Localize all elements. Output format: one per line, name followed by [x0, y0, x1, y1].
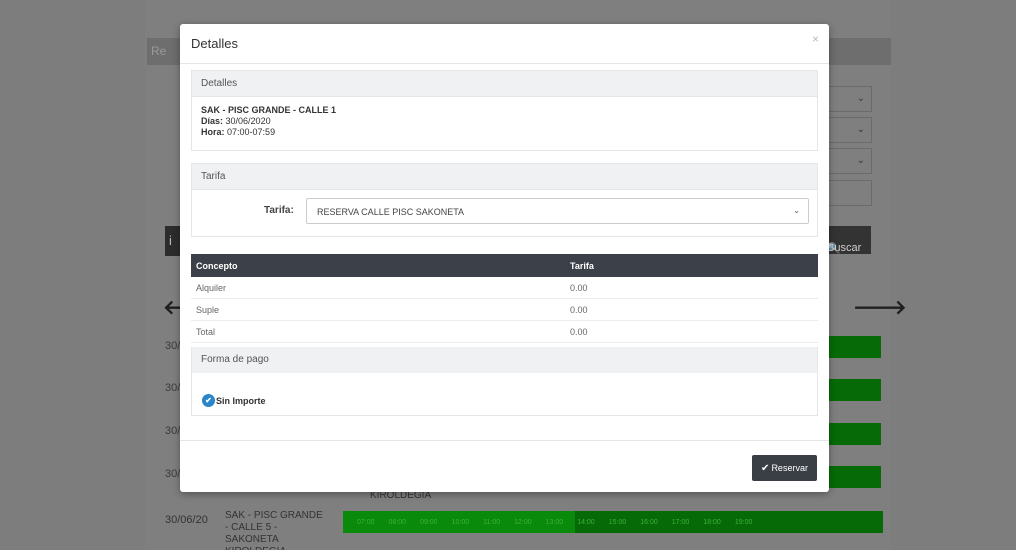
days-value: 30/06/2020 [225, 116, 271, 126]
days-line: Días: 30/06/2020 [201, 116, 808, 127]
background-panel-title: Re [151, 44, 167, 58]
table-row: Suple 0.00 [191, 299, 818, 321]
cell-tarifa: 0.00 [570, 327, 588, 337]
table-header: Concepto Tarifa [191, 254, 818, 277]
timeline-bar[interactable] [827, 466, 881, 488]
details-panel-header: Detalles [192, 71, 817, 97]
search-button[interactable]: 🔍 Buscar [827, 226, 871, 255]
facility-name: SAK - PISC GRANDE - CALLE 1 [201, 105, 337, 115]
timeline-hour-label: 13:00 [545, 518, 564, 526]
background-row-date: 30/ [165, 468, 181, 480]
search-label: Buscar [827, 242, 862, 254]
row-facility: SAK - PISC GRANDE - CALLE 5 - SAKONETA K… [225, 510, 323, 550]
column-header-tarifa: Tarifa [570, 261, 594, 271]
timeline-hour-label: 19:00 [734, 518, 753, 526]
hour-value: 07:00-07:59 [227, 127, 276, 137]
check-icon: ✔ [761, 462, 770, 474]
chevron-down-icon: ⌄ [856, 93, 865, 104]
chevron-down-icon: ⌄ [856, 155, 865, 166]
chevron-down-icon: ⌄ [793, 206, 800, 215]
hour-label: Hora: [201, 127, 225, 137]
modal-header: Detalles × [180, 24, 829, 64]
payment-option-sin-importe[interactable]: ✔ Sin Importe [202, 394, 266, 407]
table-row: 30/06/20 SAK - PISC GRANDE - CALLE 5 - S… [165, 510, 891, 550]
table-row: Total 0.00 [191, 321, 818, 343]
timeline-bar[interactable] [827, 423, 881, 445]
timeline-hour-label: 18:00 [703, 518, 721, 526]
timeline-hour-label: 07:00 [357, 518, 375, 526]
timeline-bar[interactable] [827, 379, 881, 401]
background-select-1[interactable]: ⌄ [827, 86, 872, 112]
chevron-down-icon: ⌄ [856, 124, 865, 135]
timeline-bar[interactable] [827, 336, 881, 358]
payment-panel-header: Forma de pago [192, 347, 817, 373]
modal-footer: ✔ Reservar [180, 440, 829, 492]
timeline-bar[interactable]: 07:00 08:00 09:00 10:00 11:00 12:00 13:00 14:00… [343, 511, 883, 533]
background-input[interactable] [827, 180, 872, 206]
table-row: Alquiler 0.00 [191, 277, 818, 299]
payment-panel: Forma de pago ✔ Sin Importe [191, 347, 818, 416]
tarifa-label: Tarifa: [264, 205, 294, 216]
check-circle-icon: ✔ [202, 394, 215, 407]
background-select-3[interactable]: ⌄ [827, 148, 872, 174]
cell-concepto: Total [196, 327, 216, 337]
background-dark-button-label: i [169, 233, 172, 248]
cell-tarifa: 0.00 [570, 283, 588, 293]
background-row-date: 30/ [165, 340, 181, 352]
timeline-hour-label: 12:00 [514, 518, 532, 526]
timeline-hour-label: 15:00 [608, 518, 627, 526]
modal-title: Detalles [191, 36, 238, 51]
timeline-hour-label: 09:00 [420, 518, 438, 526]
tarifa-row: Tarifa: RESERVA CALLE PISC SAKONETA ⌄ [192, 190, 817, 232]
timeline-hour-label: 14:00 [577, 518, 595, 526]
background-dark-button[interactable]: i [165, 226, 181, 256]
payment-option-label: Sin Importe [216, 395, 266, 406]
column-header-concepto: Concepto [196, 261, 238, 271]
tarifa-selected-value: RESERVA CALLE PISC SAKONETA [317, 207, 465, 217]
tarifa-select[interactable]: RESERVA CALLE PISC SAKONETA ⌄ [306, 198, 809, 224]
background-row-date: 30/ [165, 382, 181, 394]
details-panel: Detalles SAK - PISC GRANDE - CALLE 1 Día… [191, 70, 818, 151]
timeline-hour-label: 08:00 [388, 518, 407, 526]
timeline-hour-label: 10:00 [451, 518, 470, 526]
close-icon[interactable]: × [812, 32, 819, 46]
tarifa-panel-header: Tarifa [192, 164, 817, 190]
reserve-button-label: Reservar [771, 463, 808, 473]
concept-table: Concepto Tarifa Alquiler 0.00 Suple 0.00… [191, 254, 818, 343]
timeline-hour-label: 11:00 [483, 518, 501, 526]
details-body: SAK - PISC GRANDE - CALLE 1 Días: 30/06/… [192, 97, 817, 146]
timeline-hour-label: 17:00 [671, 518, 690, 526]
details-modal: Detalles × Detalles SAK - PISC GRANDE - … [180, 24, 829, 492]
row-date: 30/06/20 [165, 514, 208, 526]
tarifa-panel: Tarifa Tarifa: RESERVA CALLE PISC SAKONE… [191, 163, 818, 237]
hour-line: Hora: 07:00-07:59 [201, 127, 808, 138]
days-label: Días: [201, 116, 224, 126]
cell-concepto: Alquiler [196, 283, 227, 293]
cell-tarifa: 0.00 [570, 305, 588, 315]
reserve-button[interactable]: ✔ Reservar [752, 455, 817, 481]
background-select-2[interactable]: ⌄ [827, 117, 872, 143]
cell-concepto: Suple [196, 305, 220, 315]
timeline-hour-label: 16:00 [640, 518, 658, 526]
background-row-date: 30/ [165, 425, 181, 437]
arrow-right-icon[interactable]: 🡒 [853, 295, 907, 320]
